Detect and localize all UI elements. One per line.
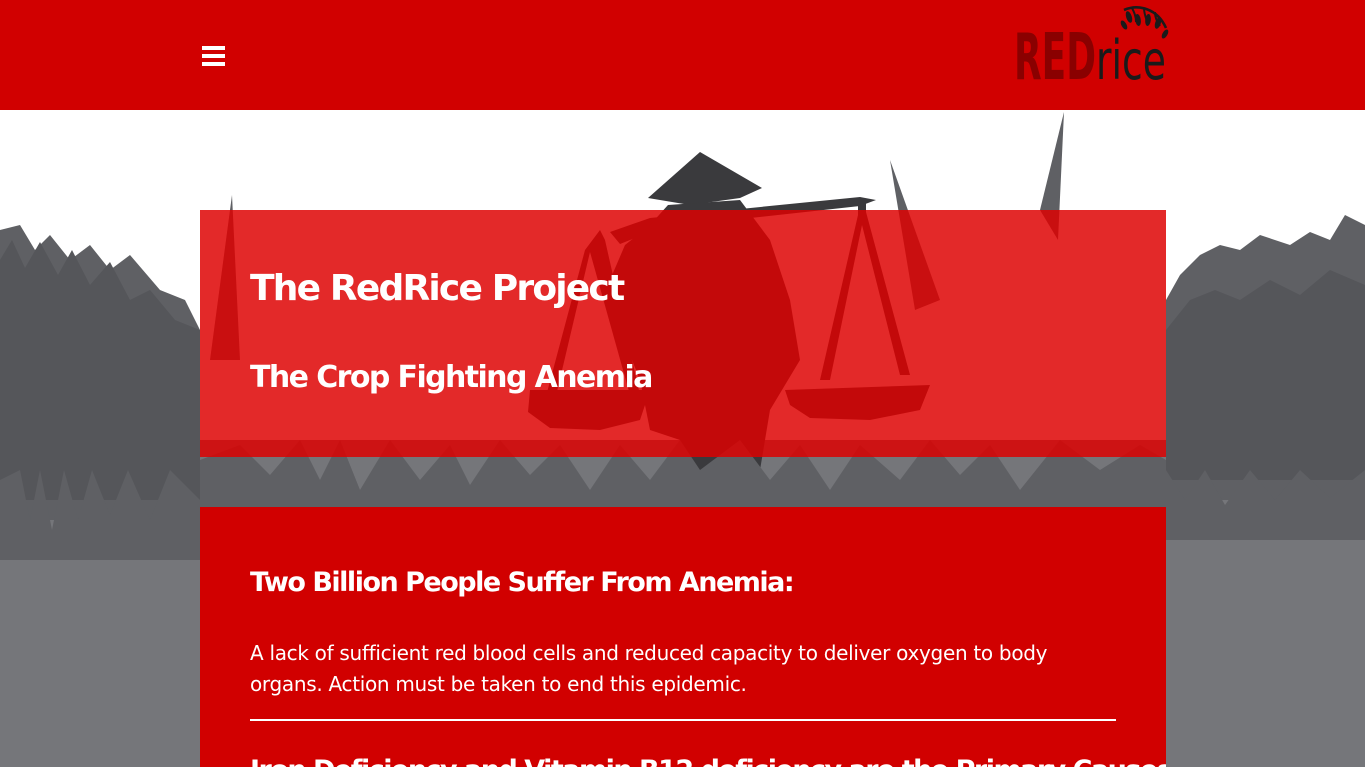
hero-title-panel: The RedRice Project The Crop Fighting An… [200,210,1166,457]
menu-bar-top [202,46,225,50]
info-heading: Two Billion People Suffer From Anemia: [250,567,795,598]
page-title: The RedRice Project [250,268,625,309]
logo-text-red: RED [1014,21,1096,84]
redrice-logo[interactable]: RED rice [1012,4,1172,84]
site-header: RED rice [0,0,1365,110]
hamburger-menu-icon[interactable] [200,42,228,72]
menu-bar-middle [202,54,225,58]
section-divider [250,719,1116,721]
info-body: A lack of sufficient red blood cells and… [250,641,1048,696]
menu-bar-bottom [202,62,225,66]
logo-text-rice: rice [1096,29,1166,84]
page-subtitle: The Crop Fighting Anemia [250,360,653,395]
next-heading: Iron Deficiency and Vitamin B12 deficien… [250,755,1166,767]
info-panel: Two Billion People Suffer From Anemia: A… [200,507,1166,767]
